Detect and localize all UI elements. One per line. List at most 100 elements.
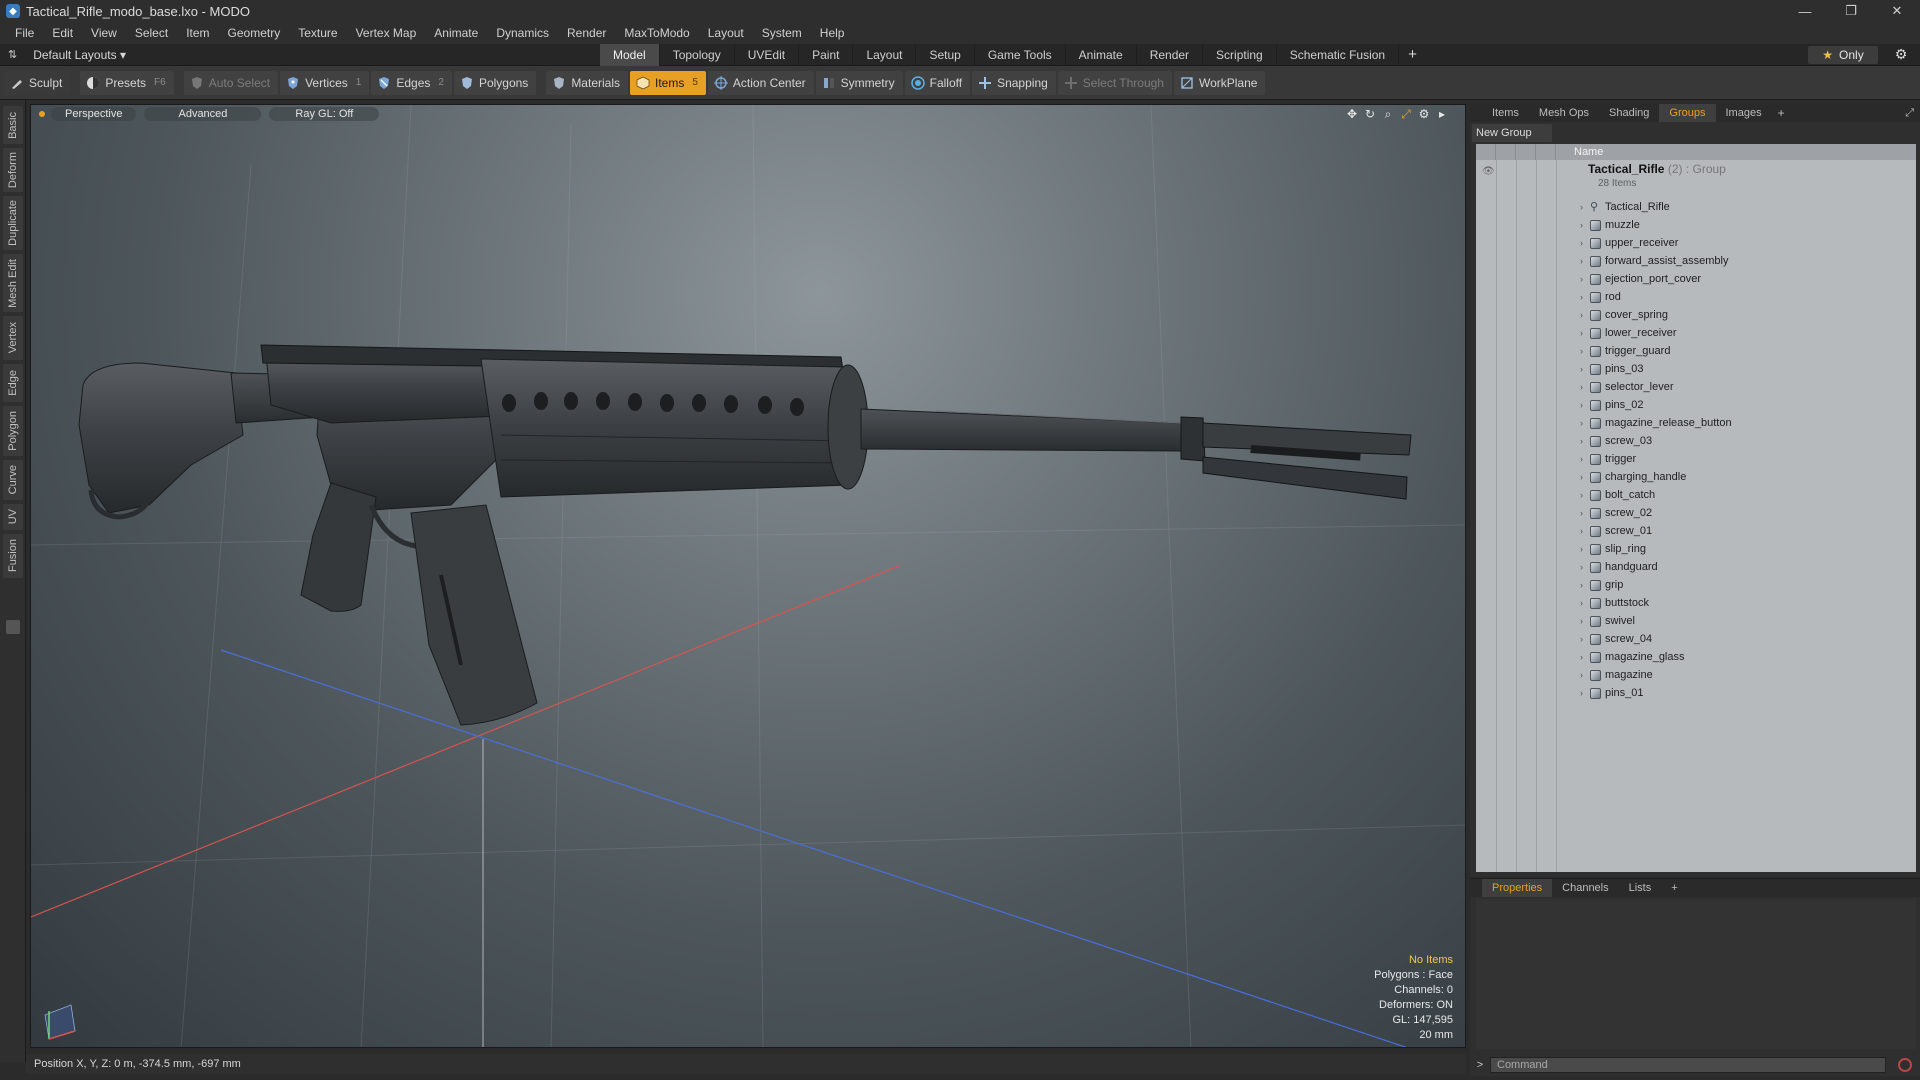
list-item[interactable]: › pins_02	[1580, 396, 1644, 414]
select-column-icon[interactable]	[1536, 144, 1556, 160]
menu-view[interactable]: View	[82, 22, 126, 44]
tab-scripting[interactable]: Scripting	[1203, 43, 1277, 66]
pp-tab-lists[interactable]: Lists	[1619, 879, 1662, 897]
vtab-fusion[interactable]: Fusion	[3, 534, 23, 578]
pan-icon[interactable]: ✥	[1345, 107, 1359, 121]
rp-tab-items[interactable]: Items	[1482, 104, 1529, 122]
list-item[interactable]: › charging_handle	[1580, 468, 1686, 486]
list-item[interactable]: › swivel	[1580, 612, 1635, 630]
workplane-button[interactable]: WorkPlane	[1173, 70, 1266, 95]
presets-button[interactable]: Presets F6	[80, 70, 174, 95]
menu-select[interactable]: Select	[126, 22, 177, 44]
view-mode-dropdown[interactable]: Perspective	[51, 107, 137, 121]
expand-icon[interactable]: ›	[1580, 216, 1590, 234]
list-item[interactable]: › selector_lever	[1580, 378, 1673, 396]
materials-button[interactable]: Materials	[546, 70, 628, 95]
tab-render[interactable]: Render	[1137, 43, 1204, 66]
expand-icon[interactable]: ›	[1580, 612, 1590, 630]
rp-add-tab-button[interactable]: +	[1772, 106, 1791, 120]
expand-icon[interactable]: ›	[1580, 684, 1590, 702]
edges-button[interactable]: Edges 2	[371, 70, 452, 95]
expand-icon[interactable]: ›	[1580, 630, 1590, 648]
list-item[interactable]: › screw_04	[1580, 630, 1652, 648]
list-item[interactable]: › ejection_port_cover	[1580, 270, 1701, 288]
list-item[interactable]: › screw_01	[1580, 522, 1652, 540]
list-item[interactable]: › slip_ring	[1580, 540, 1646, 558]
expand-icon[interactable]: ›	[1580, 270, 1590, 288]
expand-icon[interactable]: ›	[1580, 558, 1590, 576]
raygl-toggle[interactable]: Ray GL: Off	[269, 107, 380, 121]
menu-system[interactable]: System	[753, 22, 811, 44]
group-visibility-icon[interactable]: 👁	[1482, 166, 1495, 177]
name-column-header[interactable]: Name	[1562, 146, 1603, 158]
viewport-expand-icon[interactable]: ▸	[1435, 107, 1449, 121]
menu-item[interactable]: Item	[177, 22, 218, 44]
expand-icon[interactable]: ›	[1580, 378, 1590, 396]
list-item[interactable]: › ⚲ Tactical_Rifle	[1580, 198, 1670, 216]
expand-icon[interactable]: ›	[1580, 648, 1590, 666]
group-tactical-rifle[interactable]: Tactical_Rifle (2) : Group 28 Items	[1588, 162, 1726, 189]
menu-file[interactable]: File	[6, 22, 43, 44]
maximize-button[interactable]: ❐	[1828, 0, 1874, 22]
shading-dropdown[interactable]: Advanced	[144, 107, 262, 121]
pp-tab-channels[interactable]: Channels	[1552, 879, 1618, 897]
action-center-button[interactable]: Action Center	[707, 70, 814, 95]
tab-uvedit[interactable]: UVEdit	[735, 43, 800, 66]
vtab-uv[interactable]: UV	[3, 504, 23, 530]
menu-edit[interactable]: Edit	[43, 22, 82, 44]
list-item[interactable]: › buttstock	[1580, 594, 1649, 612]
symmetry-button[interactable]: Symmetry	[815, 70, 903, 95]
3d-viewport[interactable]: Perspective Advanced Ray GL: Off ✥ ↻ ⌕ ⤢…	[30, 104, 1466, 1048]
rp-tab-groups[interactable]: Groups	[1659, 104, 1716, 122]
tab-paint[interactable]: Paint	[799, 43, 854, 66]
toolbox-toggle[interactable]	[6, 620, 20, 634]
expand-icon[interactable]: ›	[1580, 432, 1590, 450]
expand-icon[interactable]: ›	[1580, 522, 1590, 540]
expand-icon[interactable]: ›	[1580, 450, 1590, 468]
list-item[interactable]: › magazine_glass	[1580, 648, 1685, 666]
menu-vertex-map[interactable]: Vertex Map	[347, 22, 426, 44]
list-item[interactable]: › screw_02	[1580, 504, 1652, 522]
menu-render[interactable]: Render	[558, 22, 615, 44]
tab-schematic-fusion[interactable]: Schematic Fusion	[1277, 43, 1400, 66]
vtab-edge[interactable]: Edge	[3, 364, 23, 402]
expand-icon[interactable]: ›	[1580, 306, 1590, 324]
list-item[interactable]: › rod	[1580, 288, 1621, 306]
expand-icon[interactable]: ›	[1580, 360, 1590, 378]
auto-select-button[interactable]: Auto Select	[183, 70, 279, 95]
expand-icon[interactable]: ›	[1580, 540, 1590, 558]
select-through-button[interactable]: Select Through	[1057, 70, 1172, 95]
pp-add-tab-button[interactable]: +	[1661, 879, 1687, 897]
expand-icon[interactable]: ›	[1580, 252, 1590, 270]
snapping-button[interactable]: Snapping	[972, 70, 1056, 95]
gear-icon[interactable]: ⚙	[1892, 46, 1910, 64]
expand-icon[interactable]: ›	[1580, 486, 1590, 504]
menu-help[interactable]: Help	[811, 22, 854, 44]
list-item[interactable]: › magazine_release_button	[1580, 414, 1732, 432]
new-group-button[interactable]: New Group	[1472, 124, 1552, 142]
list-item[interactable]: › forward_assist_assembly	[1580, 252, 1729, 270]
list-item[interactable]: › bolt_catch	[1580, 486, 1655, 504]
vtab-polygon[interactable]: Polygon	[3, 406, 23, 456]
pp-tab-properties[interactable]: Properties	[1482, 879, 1553, 897]
list-item[interactable]: › magazine	[1580, 666, 1653, 684]
menu-geometry[interactable]: Geometry	[219, 22, 290, 44]
expand-icon[interactable]: ›	[1580, 594, 1590, 612]
expand-icon[interactable]: ›	[1580, 234, 1590, 252]
list-item[interactable]: › screw_03	[1580, 432, 1652, 450]
list-item[interactable]: › pins_01	[1580, 684, 1644, 702]
fit-icon[interactable]: ⤢	[1399, 107, 1413, 121]
list-item[interactable]: › muzzle	[1580, 216, 1640, 234]
list-item[interactable]: › cover_spring	[1580, 306, 1668, 324]
vtab-vertex[interactable]: Vertex	[3, 316, 23, 360]
polygons-button[interactable]: Polygons	[453, 70, 537, 95]
expand-icon[interactable]: ›	[1580, 504, 1590, 522]
vtab-deform[interactable]: Deform	[3, 148, 23, 192]
expand-icon[interactable]: ›	[1580, 198, 1590, 216]
layout-selector[interactable]: ⇅ Default Layouts ▾	[0, 48, 600, 62]
record-macro-icon[interactable]	[1898, 1058, 1912, 1072]
list-item[interactable]: › trigger	[1580, 450, 1636, 468]
tab-layout[interactable]: Layout	[853, 43, 917, 66]
list-item[interactable]: › grip	[1580, 576, 1623, 594]
viewport-settings-icon[interactable]: ⚙	[1417, 107, 1431, 121]
